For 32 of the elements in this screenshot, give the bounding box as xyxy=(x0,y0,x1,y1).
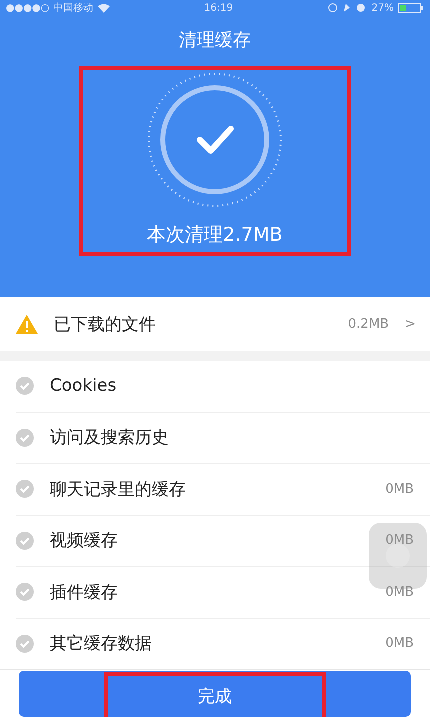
check-circle-icon xyxy=(16,532,34,550)
row-size: 0MB xyxy=(386,636,414,652)
done-button[interactable]: 完成 xyxy=(19,670,411,716)
cleaned-amount: 本次清理2.7MB xyxy=(147,223,283,248)
status-icons-drawing xyxy=(328,3,368,13)
row-label: 已下载的文件 xyxy=(54,314,157,336)
battery-icon xyxy=(398,3,424,13)
page-title: 清理缓存 xyxy=(179,29,251,52)
status-time: 16:19 xyxy=(204,2,234,14)
row-size: 0MB xyxy=(386,482,414,497)
row-size: 0MB xyxy=(386,533,414,548)
row-label: 聊天记录里的缓存 xyxy=(50,478,187,501)
chevron-icon: > xyxy=(405,316,416,332)
wifi-icon xyxy=(98,4,110,12)
row-label: 插件缓存 xyxy=(50,582,119,604)
signal-dots: ●●●●○ xyxy=(6,2,50,14)
row-size: 0.2MB xyxy=(348,316,390,332)
check-circle-icon xyxy=(16,634,34,653)
warning-icon xyxy=(16,314,38,334)
row-label: 访问及搜索历史 xyxy=(50,427,170,450)
row-label: 其它缓存数据 xyxy=(50,633,153,656)
check-circle-icon xyxy=(16,583,34,602)
check-circle-icon xyxy=(16,377,34,396)
row-size: 0MB xyxy=(386,584,414,600)
check-circle-icon xyxy=(16,428,34,447)
row-label: 视频缓存 xyxy=(50,530,119,552)
battery-percent: 27% xyxy=(372,2,394,14)
button-label: 完成 xyxy=(198,686,232,708)
carrier-name: 中国移动 xyxy=(54,2,94,15)
check-circle-icon xyxy=(16,480,34,498)
downloaded-files-row[interactable]: 已下载的文件 0.2MB > xyxy=(0,297,430,351)
row-label: Cookies xyxy=(50,376,118,396)
